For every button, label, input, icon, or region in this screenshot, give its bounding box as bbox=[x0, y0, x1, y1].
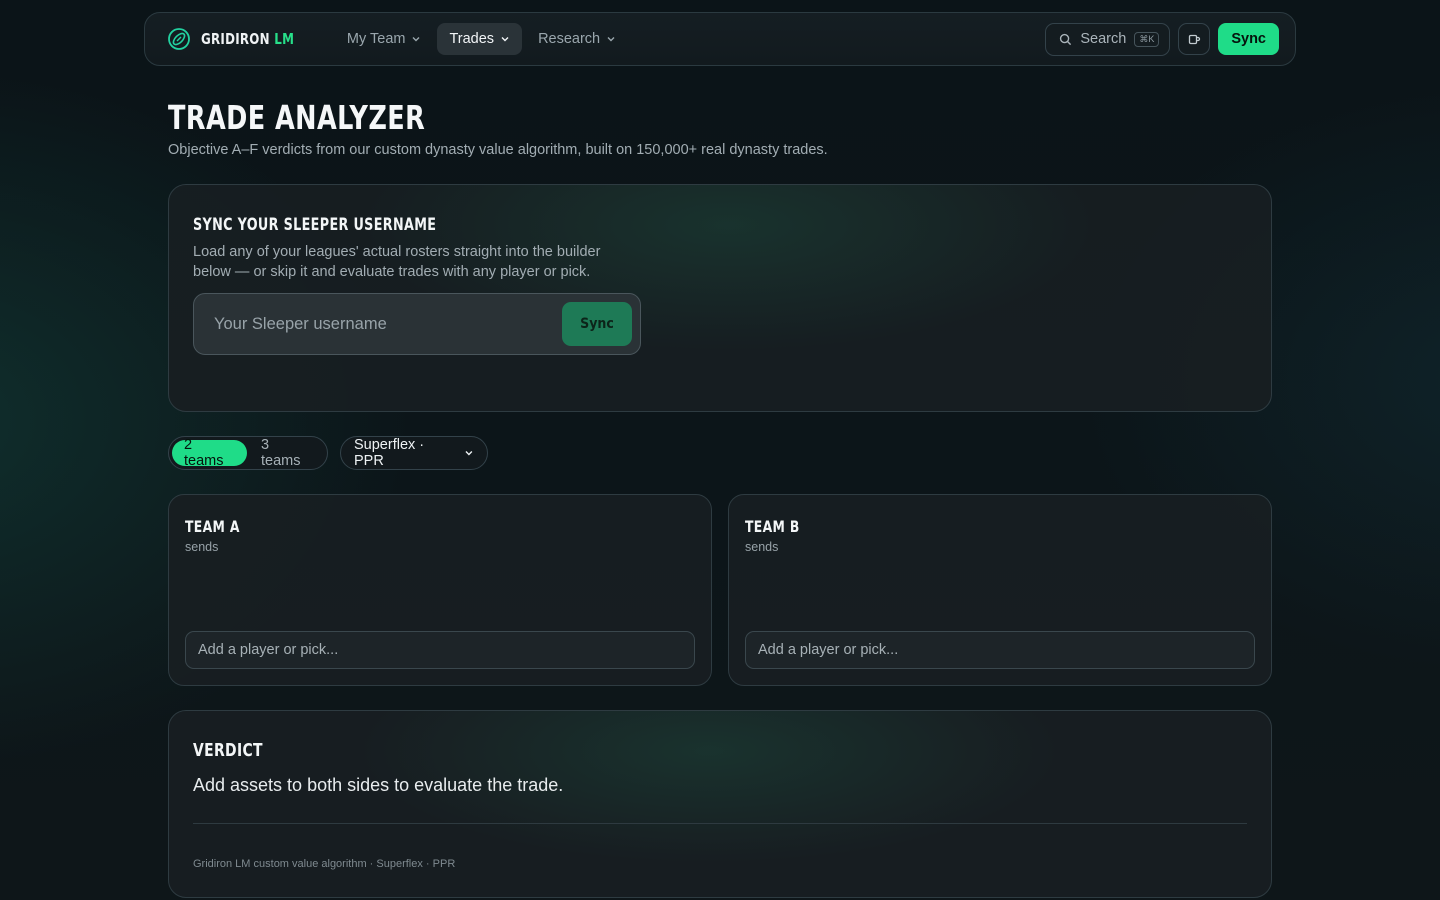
verdict-footer: Gridiron LM custom value algorithm · Sup… bbox=[193, 858, 456, 870]
league-format-dropdown[interactable]: Superflex · PPR bbox=[340, 436, 488, 470]
league-format-label: Superflex · PPR bbox=[354, 437, 425, 469]
nav-my-team[interactable]: My Team bbox=[335, 23, 434, 55]
sleeper-sync-card: SYNC YOUR SLEEPER USERNAME Load any of y… bbox=[168, 184, 1272, 412]
verdict-title: VERDICT bbox=[193, 740, 263, 761]
coffee-button[interactable] bbox=[1178, 23, 1211, 55]
team-a-role: sends bbox=[185, 540, 219, 554]
nav-sync-button[interactable]: Sync bbox=[1218, 23, 1279, 55]
nav-research-label: Research bbox=[538, 31, 601, 47]
mug-icon bbox=[1189, 34, 1201, 45]
chevron-down-icon bbox=[501, 37, 509, 42]
page-subtitle: Objective A–F verdicts from our custom d… bbox=[168, 142, 828, 158]
team-a-asset-input[interactable] bbox=[185, 631, 695, 669]
nav-trades[interactable]: Trades bbox=[437, 23, 523, 55]
search-label: Search bbox=[1080, 31, 1127, 47]
top-nav: GRIDIRON LM My Team Trades Research Sear… bbox=[144, 12, 1296, 66]
nav-trades-label: Trades bbox=[449, 31, 495, 47]
team-count-toggle: 2 teams 3 teams bbox=[168, 436, 328, 470]
nav-my-team-label: My Team bbox=[346, 31, 406, 47]
team-a-title: TEAM A bbox=[185, 517, 240, 536]
sleeper-username-input[interactable] bbox=[214, 314, 562, 334]
chevron-down-icon bbox=[607, 37, 615, 42]
brand-name: GRIDIRON LM bbox=[201, 30, 295, 48]
search-shortcut: ⌘K bbox=[1134, 31, 1160, 47]
divider bbox=[193, 823, 1247, 824]
verdict-message: Add assets to both sides to evaluate the… bbox=[193, 775, 564, 795]
search-icon bbox=[1060, 33, 1072, 45]
team-b-asset-input[interactable] bbox=[745, 631, 1255, 669]
team-b-card: TEAM B sends bbox=[728, 494, 1272, 686]
team-b-title: TEAM B bbox=[745, 517, 800, 536]
sync-card-description: Load any of your leagues' actual rosters… bbox=[193, 244, 601, 280]
brand-logo[interactable]: GRIDIRON LM bbox=[167, 27, 307, 51]
team-a-card: TEAM A sends bbox=[168, 494, 712, 686]
sync-card-title: SYNC YOUR SLEEPER USERNAME bbox=[193, 215, 437, 234]
chevron-down-icon bbox=[412, 37, 420, 42]
football-logo-icon bbox=[168, 28, 190, 50]
chevron-down-icon bbox=[465, 451, 473, 456]
search-button[interactable]: Search ⌘K bbox=[1045, 22, 1171, 56]
team-b-role: sends bbox=[745, 540, 779, 554]
verdict-card: VERDICT Add assets to both sides to eval… bbox=[168, 710, 1272, 898]
team-count-2[interactable]: 2 teams bbox=[172, 437, 247, 469]
username-field-group: Sync bbox=[193, 293, 641, 355]
team-count-3[interactable]: 3 teams bbox=[249, 437, 324, 469]
nav-research[interactable]: Research bbox=[526, 23, 628, 55]
page-title: TRADE ANALYZER bbox=[168, 98, 426, 137]
username-sync-button[interactable]: Sync bbox=[562, 302, 632, 346]
